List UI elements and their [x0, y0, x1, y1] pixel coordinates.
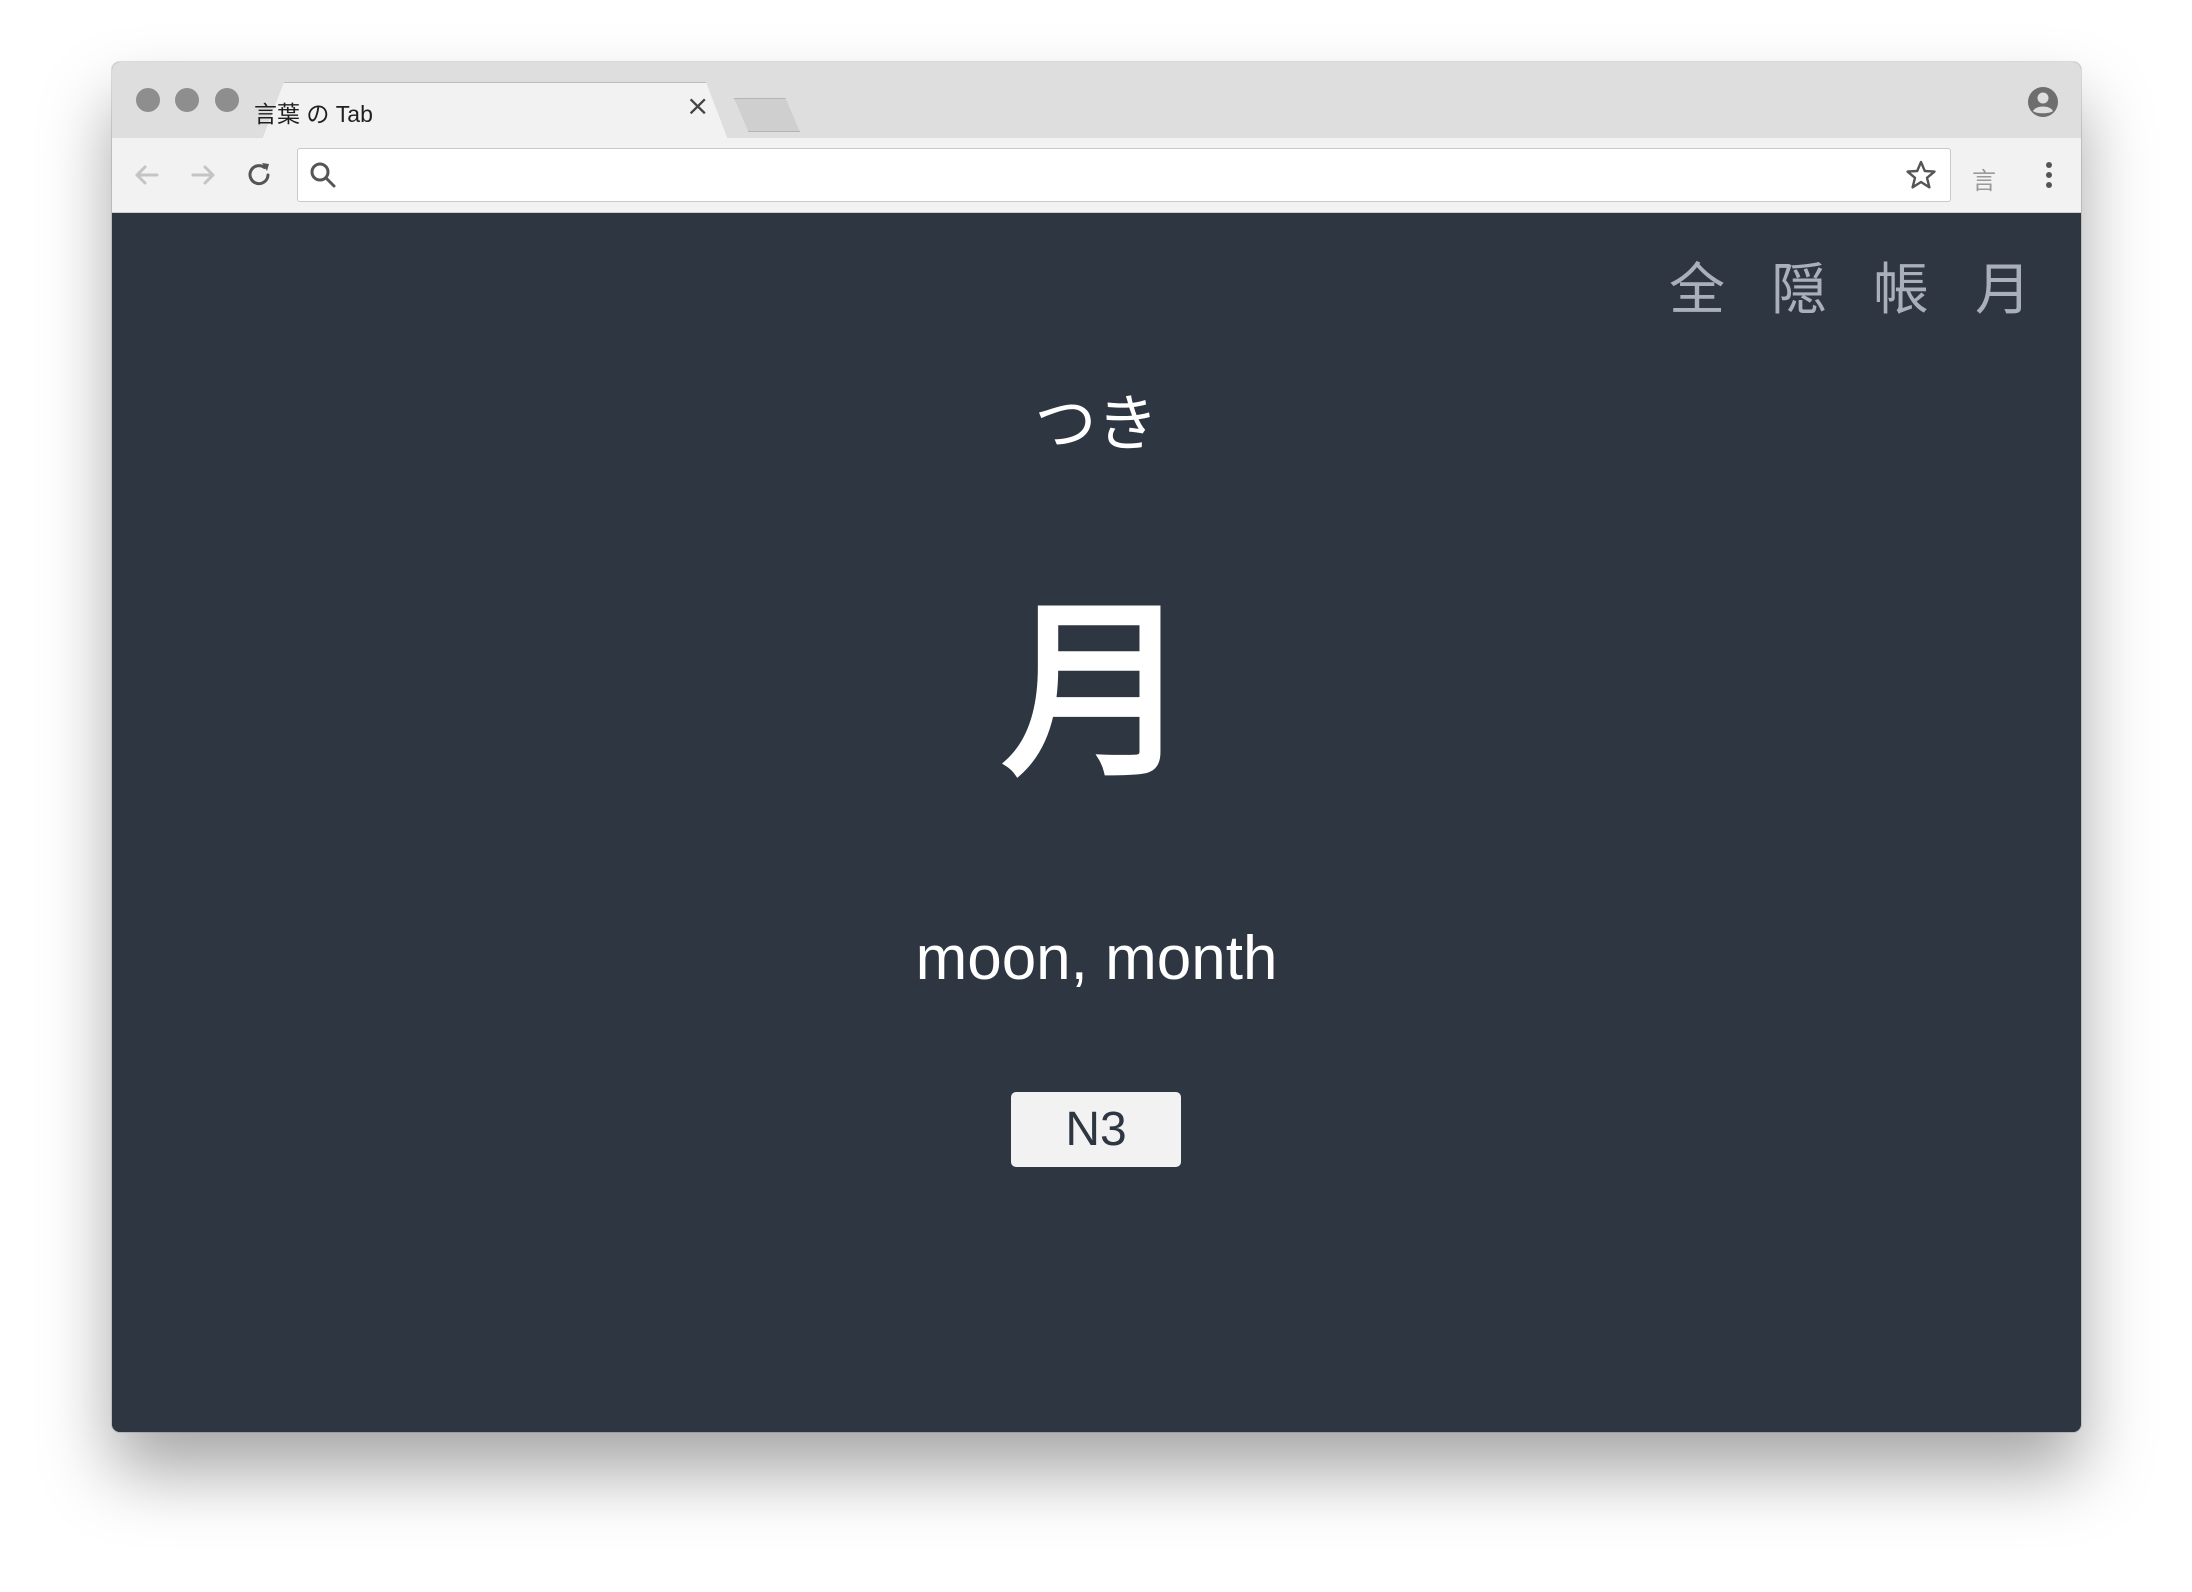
title-bar: 言葉 の Tab × — [112, 62, 2081, 139]
word-meaning: moon, month — [915, 924, 1278, 993]
new-tab-button[interactable] — [734, 98, 800, 132]
link-hide[interactable]: 隠 — [1771, 263, 1827, 319]
star-icon[interactable] — [1904, 158, 1938, 192]
address-bar[interactable] — [297, 148, 1951, 202]
close-window-button[interactable] — [136, 88, 160, 112]
kebab-menu-icon[interactable] — [2032, 158, 2066, 192]
tab-title: 言葉 の Tab — [254, 101, 373, 127]
header-links: 全 隠 帳 月 — [1669, 263, 2031, 319]
word-reading: つき — [1034, 387, 1159, 460]
jlpt-level-badge[interactable]: N3 — [1011, 1092, 1181, 1167]
word-kanji: 月 — [1001, 582, 1192, 803]
profile-icon[interactable] — [2027, 86, 2059, 118]
search-icon — [310, 162, 336, 188]
extension-icon[interactable]: 言 — [1972, 161, 1996, 196]
link-all[interactable]: 全 — [1669, 263, 1725, 319]
tab-close-icon[interactable]: × — [686, 92, 709, 120]
minimize-window-button[interactable] — [175, 88, 199, 112]
forward-arrow-icon[interactable] — [186, 158, 220, 192]
page-content: 全 隠 帳 月 つき 月 moon, month N3 — [112, 213, 2081, 1432]
back-arrow-icon[interactable] — [130, 158, 164, 192]
link-current-word[interactable]: 月 — [1975, 263, 2031, 319]
maximize-window-button[interactable] — [215, 88, 239, 112]
browser-window: 言葉 の Tab × 言 全 隠 帳 月 つき 月 moon, month N3 — [112, 62, 2081, 1432]
link-notebook[interactable]: 帳 — [1873, 263, 1929, 319]
browser-toolbar: 言 — [112, 138, 2081, 213]
reload-icon[interactable] — [242, 158, 276, 192]
